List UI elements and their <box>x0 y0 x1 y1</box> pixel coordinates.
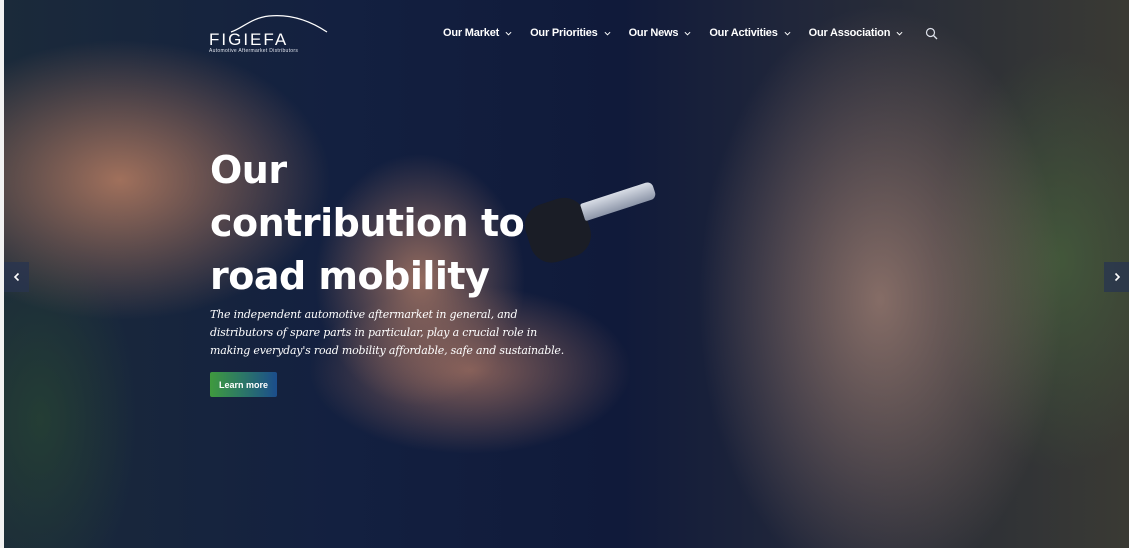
chevron-left-icon <box>13 272 19 282</box>
hero-headline-line: Our <box>210 148 287 192</box>
learn-more-button[interactable]: Learn more <box>210 372 277 397</box>
nav-item-our-association[interactable]: Our Association <box>809 27 904 39</box>
hero-headline-line: contribution to <box>210 201 525 245</box>
hero-slider: FIGIEFA Automotive Aftermarket Distribut… <box>0 0 1129 548</box>
chevron-down-icon <box>684 31 691 36</box>
hero-lead-line: making everyday's road mobility affordab… <box>210 344 565 357</box>
nav-item-label: Our Activities <box>709 27 778 39</box>
main-nav: Our Market Our Priorities Our News Our A… <box>443 26 938 40</box>
nav-item-our-news[interactable]: Our News <box>629 27 692 39</box>
hero-headline-line: road mobility <box>210 254 490 298</box>
slider-prev-button[interactable] <box>4 262 29 292</box>
chevron-down-icon <box>604 31 611 36</box>
chevron-down-icon <box>505 31 512 36</box>
nav-item-label: Our News <box>628 27 679 39</box>
nav-item-our-market[interactable]: Our Market <box>443 27 512 39</box>
search-icon <box>926 27 938 39</box>
nav-item-label: Our Association <box>808 27 891 39</box>
nav-item-our-activities[interactable]: Our Activities <box>709 27 791 39</box>
hero-lead-line: The independent automotive aftermarket i… <box>210 308 518 321</box>
brand-logo[interactable]: FIGIEFA Automotive Aftermarket Distribut… <box>209 14 334 56</box>
nav-item-our-priorities[interactable]: Our Priorities <box>530 27 611 39</box>
chevron-right-icon <box>1114 272 1120 282</box>
chevron-down-icon <box>896 31 903 36</box>
brand-wordmark: FIGIEFA <box>209 30 289 49</box>
slider-next-button[interactable] <box>1104 262 1129 292</box>
hero-headline: Our contribution to road mobility <box>210 144 590 303</box>
search-button[interactable] <box>925 27 938 40</box>
nav-item-label: Our Market <box>443 27 500 39</box>
hero-lead-text: The independent automotive aftermarket i… <box>210 306 570 360</box>
chevron-down-icon <box>784 31 791 36</box>
nav-item-label: Our Priorities <box>530 27 598 39</box>
hero-lead-line: distributors of spare parts in particula… <box>210 326 537 339</box>
brand-tagline: Automotive Aftermarket Distributors <box>209 48 299 54</box>
